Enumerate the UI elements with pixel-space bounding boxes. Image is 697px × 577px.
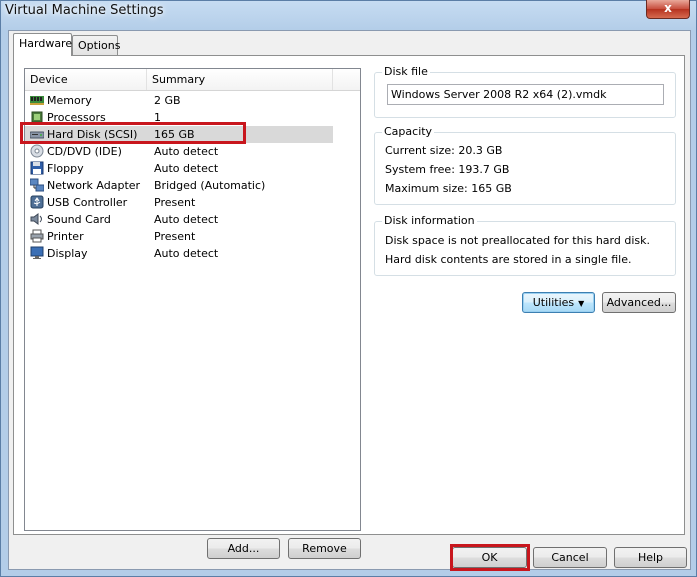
usb-controller-icon xyxy=(30,195,44,209)
network-adapter-icon xyxy=(30,178,44,192)
system-free-text: System free: 193.7 GB xyxy=(385,163,510,176)
list-item[interactable]: Printer Present xyxy=(25,228,360,245)
close-button[interactable]: x xyxy=(646,0,690,19)
column-header-summary[interactable]: Summary xyxy=(147,69,333,90)
list-item[interactable]: CD/DVD (IDE) Auto detect xyxy=(25,143,360,160)
ok-highlight-box xyxy=(450,544,530,571)
disk-file-group: Disk file Windows Server 2008 R2 x64 (2)… xyxy=(374,65,676,118)
device-name: Memory xyxy=(47,94,92,107)
list-item[interactable]: Memory 2 GB xyxy=(25,92,360,109)
dialog-client-area: Hardware Options Device Summary Memory 2… xyxy=(8,30,691,571)
add-button[interactable]: Add... xyxy=(207,538,280,559)
device-name: Display xyxy=(47,247,88,260)
advanced-button[interactable]: Advanced... xyxy=(602,292,676,313)
disk-file-title: Disk file xyxy=(382,65,430,78)
tab-options[interactable]: Options xyxy=(72,35,120,55)
cd-dvd-icon xyxy=(30,144,44,158)
help-button[interactable]: Help xyxy=(614,547,687,568)
display-icon xyxy=(30,246,44,259)
disk-info-line-2: Hard disk contents are stored in a singl… xyxy=(385,253,632,266)
hard-disk-highlight-box xyxy=(20,122,246,144)
device-summary: Present xyxy=(154,196,196,209)
utilities-label: Utilities xyxy=(532,296,575,309)
disk-information-title: Disk information xyxy=(382,214,477,227)
device-list-header: Device Summary xyxy=(25,69,360,91)
device-summary: 2 GB xyxy=(154,94,181,107)
printer-icon xyxy=(30,229,44,243)
cancel-button[interactable]: Cancel xyxy=(533,547,607,568)
column-header-device[interactable]: Device xyxy=(25,69,147,90)
list-item[interactable]: Display Auto detect xyxy=(25,245,360,262)
capacity-group: Capacity Current size: 20.3 GB System fr… xyxy=(374,125,676,205)
device-summary: Auto detect xyxy=(154,247,219,260)
capacity-title: Capacity xyxy=(382,125,435,138)
window-title: Virtual Machine Settings xyxy=(5,3,164,18)
memory-icon xyxy=(30,96,44,105)
vm-settings-window: Virtual Machine Settings x Hardware Opti… xyxy=(0,0,697,577)
device-name: Printer xyxy=(47,230,84,243)
disk-info-line-1: Disk space is not preallocated for this … xyxy=(385,234,650,247)
list-item[interactable]: USB Controller Present xyxy=(25,194,360,211)
list-item[interactable]: Network Adapter Bridged (Automatic) xyxy=(25,177,360,194)
device-summary: Bridged (Automatic) xyxy=(154,179,266,192)
hardware-tab-panel: Device Summary Memory 2 GB Processors 1 … xyxy=(13,55,685,559)
device-name: CD/DVD (IDE) xyxy=(47,145,122,158)
sound-card-icon xyxy=(30,213,42,225)
disk-information-group: Disk information Disk space is not preal… xyxy=(374,214,676,276)
device-name: Floppy xyxy=(47,162,84,175)
maximum-size-text: Maximum size: 165 GB xyxy=(385,182,512,195)
device-summary: Auto detect xyxy=(154,162,219,175)
device-name: Sound Card xyxy=(47,213,111,226)
device-summary: Auto detect xyxy=(154,145,219,158)
dropdown-arrow-icon: ▼ xyxy=(578,299,585,308)
tab-hardware[interactable]: Hardware xyxy=(13,33,72,56)
device-name: USB Controller xyxy=(47,196,128,209)
device-summary: Auto detect xyxy=(154,213,219,226)
device-summary: Present xyxy=(154,230,196,243)
device-name: Network Adapter xyxy=(47,179,141,192)
current-size-text: Current size: 20.3 GB xyxy=(385,144,503,157)
disk-file-field[interactable]: Windows Server 2008 R2 x64 (2).vmdk xyxy=(387,84,664,105)
list-item[interactable]: Sound Card Auto detect xyxy=(25,211,360,228)
list-item[interactable]: Floppy Auto detect xyxy=(25,160,360,177)
utilities-dropdown-button[interactable]: Utilities ▼ xyxy=(522,292,595,313)
title-bar[interactable]: Virtual Machine Settings x xyxy=(1,0,696,25)
floppy-icon xyxy=(30,161,44,175)
remove-button[interactable]: Remove xyxy=(288,538,361,559)
